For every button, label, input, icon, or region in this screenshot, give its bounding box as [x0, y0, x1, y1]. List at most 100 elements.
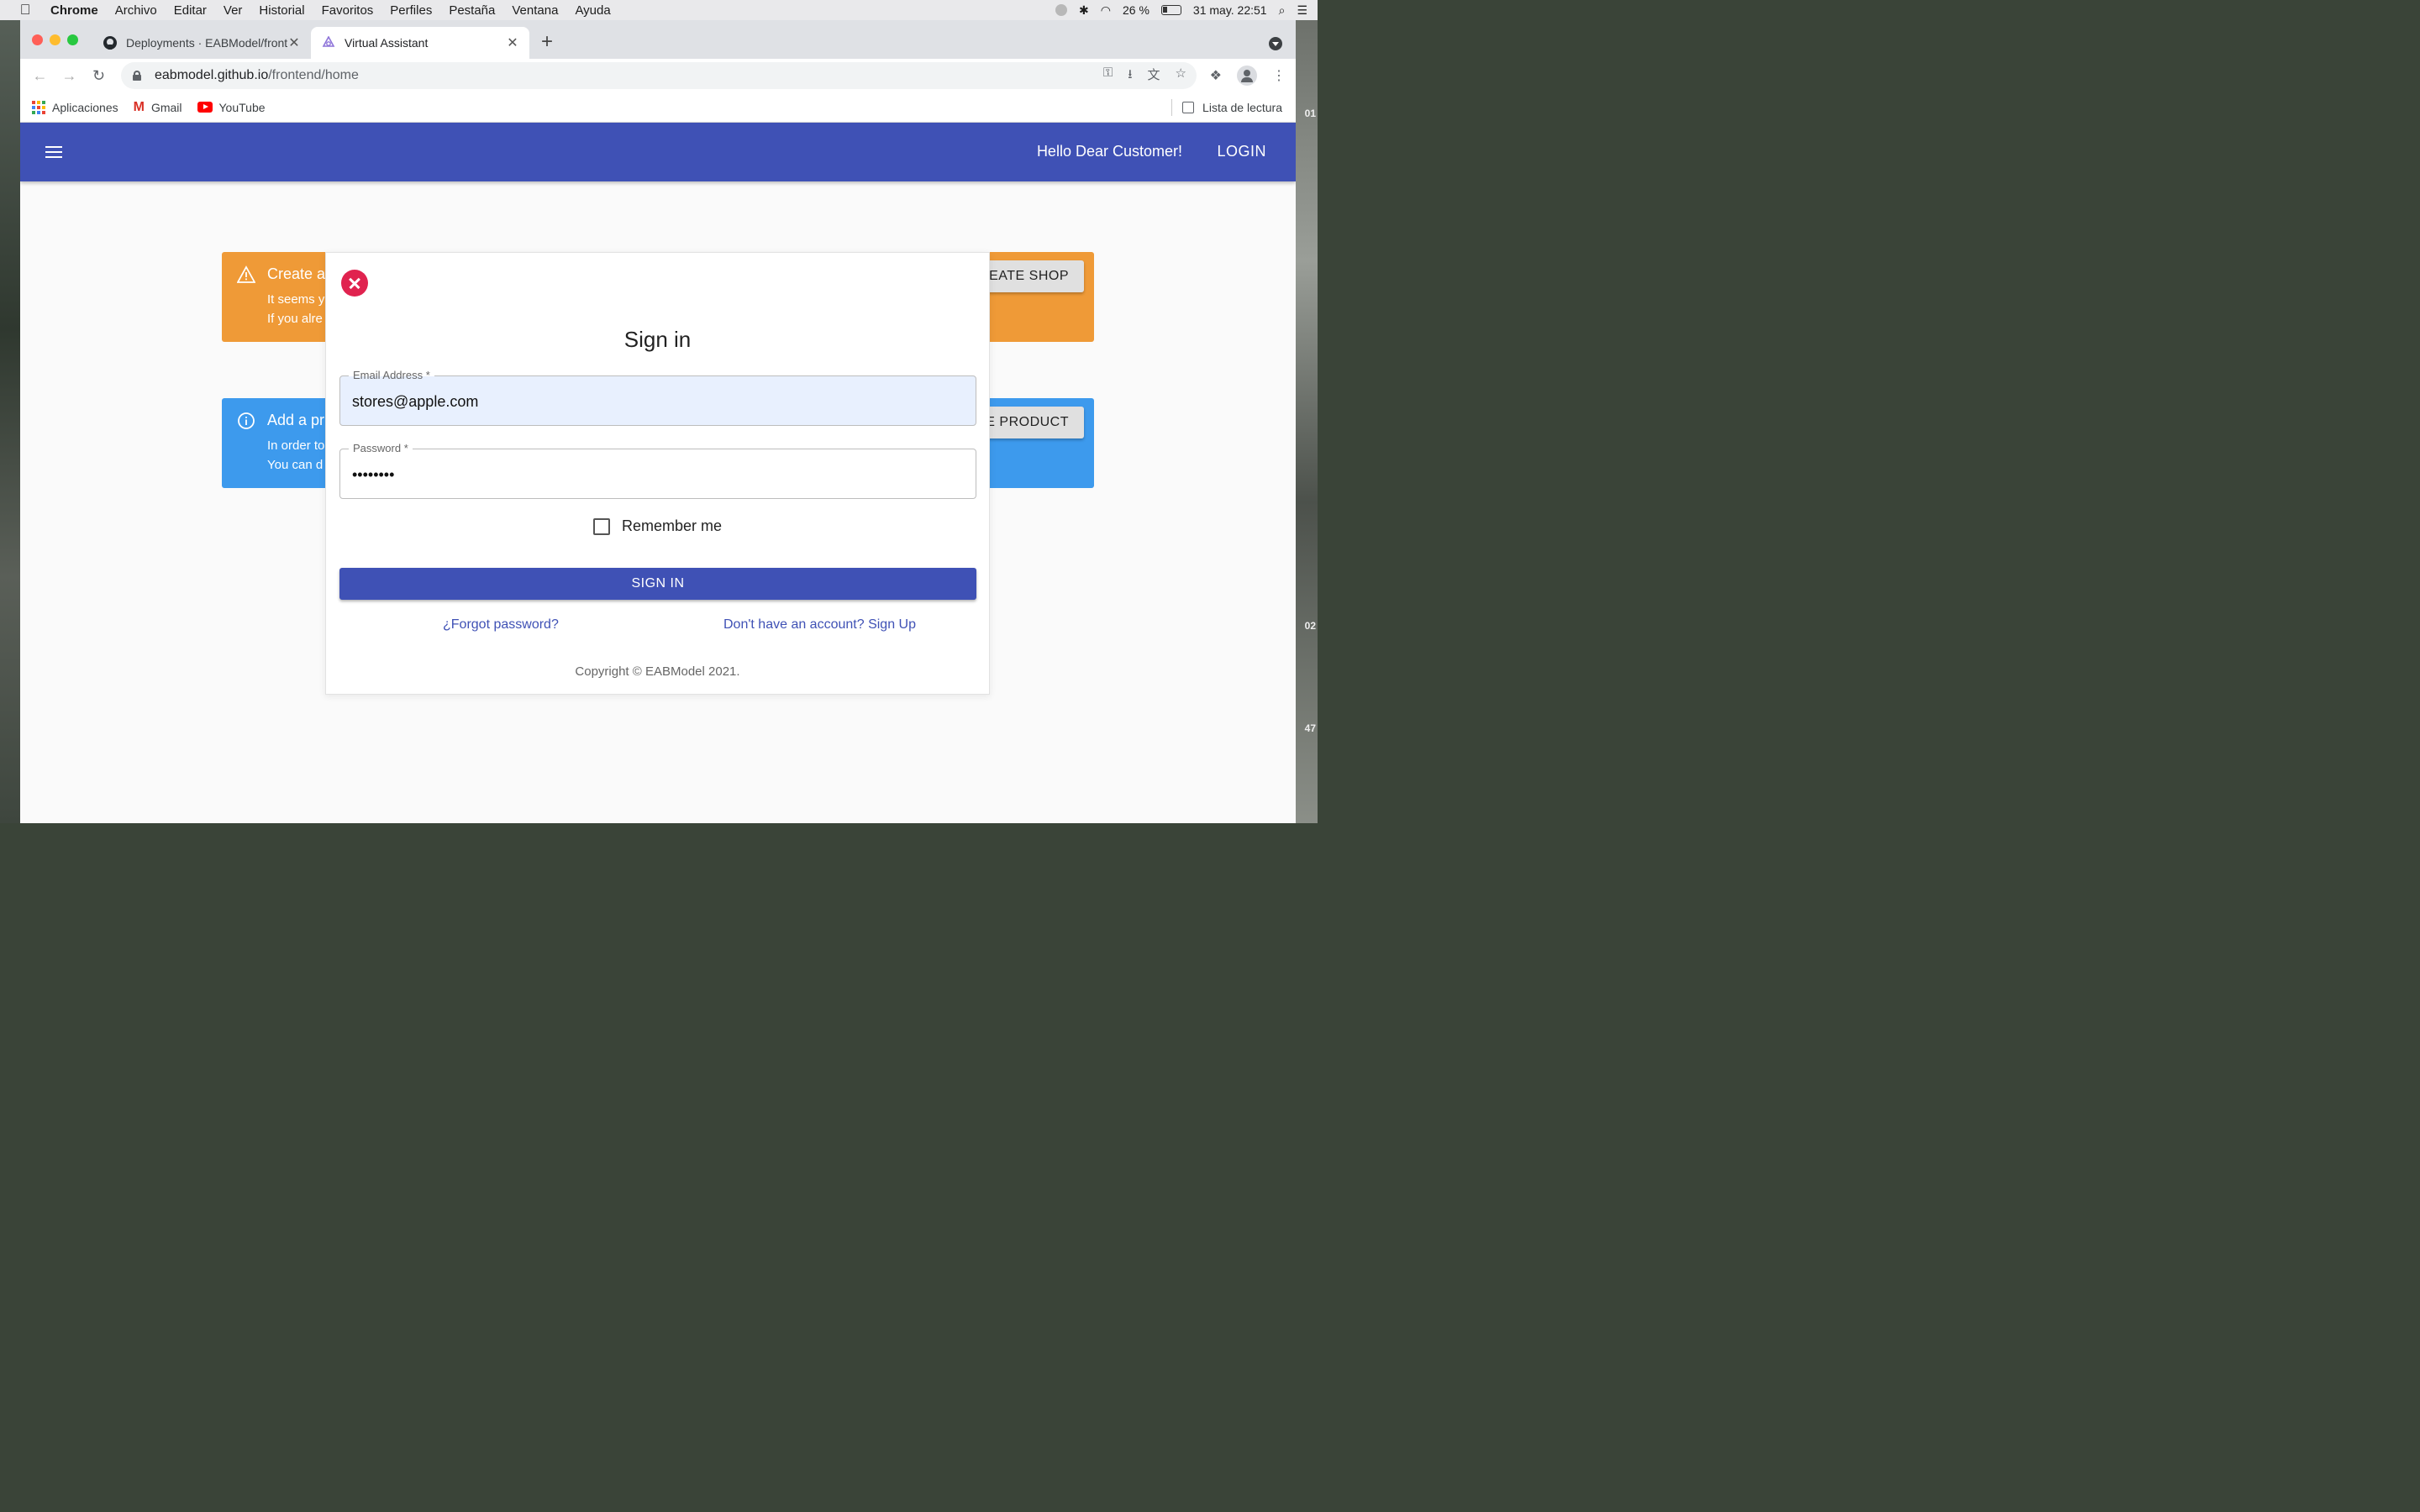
url-host: eabmodel.github.io	[155, 68, 269, 82]
tab-title: Virtual Assistant	[345, 36, 429, 50]
info-icon	[237, 412, 255, 430]
apple-icon[interactable]: 	[0, 2, 50, 18]
browser-window: Deployments · EABModel/frontend ✕ Virtua…	[20, 20, 1296, 823]
menu-historial[interactable]: Historial	[259, 3, 304, 18]
tab-search-icon[interactable]	[1269, 37, 1282, 50]
maximize-window-button[interactable]	[67, 34, 78, 45]
menubar-clock[interactable]: 31 may. 22:51	[1193, 3, 1267, 17]
translate-icon[interactable]: 文	[1148, 66, 1160, 87]
password-input[interactable]: ••••••••	[352, 466, 957, 484]
macos-menubar:  Chrome Archivo Editar Ver Historial Fa…	[0, 0, 1318, 20]
desktop-wallpaper-edge: 01 02 47	[1294, 20, 1318, 823]
tab-title: Deployments · EABModel/frontend	[126, 36, 287, 50]
create-product-button[interactable]: CREATE PRODUCT	[975, 407, 1084, 438]
copyright-text: Copyright © EABModel 2021.	[575, 664, 740, 679]
warning-icon	[236, 265, 256, 284]
window-controls	[32, 34, 78, 45]
github-icon	[103, 35, 118, 50]
email-label: Email Address *	[349, 369, 434, 382]
app-header: Hello Dear Customer! LOGIN	[20, 123, 1296, 181]
desktop-label: 47	[1304, 722, 1316, 734]
dialog-title: Sign in	[623, 327, 692, 352]
key-icon[interactable]: ⚿	[1103, 66, 1113, 87]
remember-me-checkbox[interactable]	[592, 517, 610, 535]
divider	[1171, 98, 1173, 116]
chrome-menu-icon[interactable]: ⋮	[1272, 67, 1286, 84]
forward-arrow-icon[interactable]: →	[55, 67, 84, 85]
bookmark-label: Gmail	[150, 100, 182, 114]
gmail-icon: M	[133, 99, 145, 114]
menu-app-name[interactable]: Chrome	[50, 3, 98, 18]
reading-list-icon	[1182, 101, 1195, 113]
remember-me-label: Remember me	[621, 517, 723, 534]
menubar-status-area: ✱ ◠ 26 % 31 may. 22:51 ⌕ ☰	[1055, 0, 1307, 20]
install-app-icon[interactable]: ⭳	[1128, 66, 1132, 87]
bookmark-label: YouTube	[218, 100, 266, 114]
alert-text: It seems y	[267, 292, 325, 307]
alert-text: In order to	[267, 438, 325, 453]
omnibox-actions: ⚿ ⭳ 文 ☆	[1103, 66, 1186, 87]
assistant-icon	[321, 35, 336, 50]
battery-icon[interactable]	[1160, 5, 1181, 15]
close-tab-icon[interactable]: ✕	[506, 34, 519, 51]
url-path: /frontend/home	[268, 68, 359, 82]
close-dialog-icon[interactable]	[341, 270, 368, 297]
extensions-puzzle-icon[interactable]: ❖	[1210, 67, 1222, 84]
close-tab-icon[interactable]: ✕	[287, 34, 301, 51]
bookmark-gmail[interactable]: M Gmail	[134, 100, 182, 115]
email-field[interactable]: Email Address *	[339, 369, 976, 426]
reading-list-button[interactable]: Lista de lectura	[1171, 98, 1282, 116]
sign-in-button[interactable]: SIGN IN	[339, 568, 976, 600]
greeting-text: Hello Dear Customer!	[1036, 143, 1182, 160]
minimize-window-button[interactable]	[50, 34, 60, 45]
address-bar[interactable]: eabmodel.github.io/frontend/home ⚿ ⭳ 文 ☆	[121, 62, 1197, 89]
menu-perfiles[interactable]: Perfiles	[390, 3, 432, 18]
desktop-label: 02	[1304, 620, 1316, 632]
remember-me[interactable]: Remember me	[326, 517, 989, 535]
menu-editar[interactable]: Editar	[174, 3, 207, 18]
forgot-password-link[interactable]: ¿Forgot password?	[443, 617, 559, 633]
apps-grid-icon	[32, 100, 45, 114]
menu-archivo[interactable]: Archivo	[115, 3, 157, 18]
password-label: Password *	[349, 442, 413, 455]
bookmark-apps[interactable]: Aplicaciones	[32, 100, 118, 114]
create-shop-button[interactable]: CREATE SHOP	[975, 260, 1084, 292]
reading-list-label: Lista de lectura	[1202, 100, 1282, 114]
tab-virtual-assistant[interactable]: Virtual Assistant ✕	[311, 27, 529, 59]
alert-title: Add a pr	[267, 412, 325, 428]
password-field[interactable]: Password * ••••••••	[339, 442, 976, 499]
sign-up-link[interactable]: Don't have an account? Sign Up	[723, 617, 916, 633]
menu-ayuda[interactable]: Ayuda	[575, 3, 610, 18]
tab-deployments[interactable]: Deployments · EABModel/frontend ✕	[92, 27, 311, 59]
close-window-button[interactable]	[32, 34, 43, 45]
desktop-label: 01	[1304, 108, 1316, 119]
login-button[interactable]: LOGIN	[1217, 143, 1266, 160]
alert-text: If you alre	[267, 312, 323, 326]
battery-percent[interactable]: 26 %	[1123, 3, 1150, 17]
toolbar-right: ❖ ⋮	[1210, 66, 1286, 86]
menu-ver[interactable]: Ver	[224, 3, 243, 18]
alert-text: You can d	[267, 458, 324, 472]
recording-indicator-icon[interactable]	[1055, 4, 1068, 16]
lock-icon[interactable]	[133, 71, 141, 81]
tab-strip: Deployments · EABModel/frontend ✕ Virtua…	[20, 20, 1296, 59]
bookmark-star-icon[interactable]: ☆	[1176, 66, 1186, 87]
browser-toolbar: ← → ↻ eabmodel.github.io/frontend/home ⚿…	[20, 59, 1296, 92]
new-tab-icon[interactable]: +	[541, 32, 553, 52]
bookmarks-bar: Aplicaciones M Gmail YouTube Lista de le…	[20, 92, 1296, 123]
bookmark-youtube[interactable]: YouTube	[197, 101, 266, 114]
spotlight-search-icon[interactable]: ⌕	[1279, 3, 1286, 18]
wifi-icon[interactable]: ◠	[1101, 3, 1111, 18]
control-center-icon[interactable]: ☰	[1297, 3, 1307, 18]
bluetooth-icon[interactable]: ✱	[1079, 3, 1089, 18]
menu-ventana[interactable]: Ventana	[512, 3, 558, 18]
youtube-icon	[197, 102, 213, 113]
reload-icon[interactable]: ↻	[84, 67, 113, 85]
menu-favoritos[interactable]: Favoritos	[322, 3, 374, 18]
menu-pestana[interactable]: Pestaña	[449, 3, 495, 18]
back-arrow-icon[interactable]: ←	[25, 67, 55, 85]
profile-avatar-icon[interactable]	[1237, 66, 1257, 86]
sign-in-dialog: Sign in Email Address * Password * •••••…	[325, 252, 990, 695]
hamburger-menu-icon[interactable]	[45, 146, 62, 158]
email-input[interactable]	[352, 393, 957, 411]
